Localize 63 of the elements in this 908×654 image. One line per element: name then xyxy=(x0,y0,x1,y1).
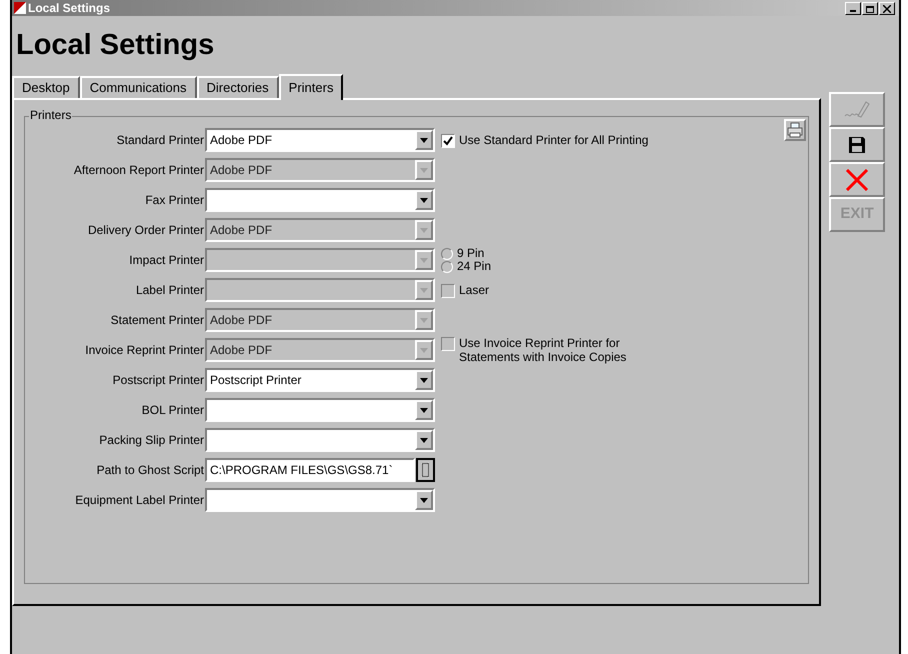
tab[interactable]: Communications xyxy=(80,76,197,98)
caret-icon xyxy=(420,438,428,442)
caret-icon xyxy=(420,198,428,202)
field-label: Path to Ghost Script xyxy=(96,462,205,479)
printer-dropdown[interactable]: Postscript Printer xyxy=(205,368,435,392)
field-label: Packing Slip Printer xyxy=(98,432,205,449)
window-title: Local Settings xyxy=(28,1,112,15)
caret-icon xyxy=(420,168,428,172)
field-label: Afternoon Report Printer xyxy=(72,162,205,179)
dotted-box-icon xyxy=(422,463,429,477)
checkbox-label: Use Standard Printer for All Printing xyxy=(459,132,648,146)
printer-settings-button[interactable] xyxy=(784,119,806,141)
dropdown-arrow-button[interactable] xyxy=(415,370,433,390)
tab[interactable]: Printers xyxy=(278,74,344,100)
close-button[interactable] xyxy=(879,2,895,14)
caret-icon xyxy=(420,348,428,352)
caret-icon xyxy=(420,408,428,412)
caret-icon xyxy=(420,318,428,322)
save-button[interactable] xyxy=(829,127,885,162)
checkbox[interactable] xyxy=(441,134,455,148)
checkbox-label: Use Invoice Reprint Printer for Statements with Invoice Copies xyxy=(459,336,628,364)
path-field[interactable]: C:\PROGRAM FILES\GS\GS8.71` xyxy=(205,458,415,482)
field-label: Fax Printer xyxy=(144,192,205,209)
field-label: Statement Printer xyxy=(110,312,205,329)
cancel-button[interactable] xyxy=(829,162,885,197)
field-label: Impact Printer xyxy=(128,252,205,269)
field-label: Label Printer xyxy=(134,282,205,299)
printer-dropdown[interactable]: Adobe PDF xyxy=(205,128,435,152)
field-label: BOL Printer xyxy=(140,402,205,419)
group-title: Printers xyxy=(29,108,72,122)
caret-icon xyxy=(420,228,428,232)
caret-icon xyxy=(420,498,428,502)
printer-dropdown[interactable] xyxy=(205,488,435,512)
caret-icon xyxy=(420,138,428,142)
printer-dropdown[interactable] xyxy=(205,398,435,422)
printer-icon xyxy=(787,122,804,138)
printer-dropdown[interactable] xyxy=(205,188,435,212)
dropdown-arrow-button[interactable] xyxy=(415,130,433,150)
minimize-button[interactable] xyxy=(845,2,861,14)
maximize-button[interactable] xyxy=(862,2,878,14)
browse-button[interactable] xyxy=(416,458,435,482)
dropdown-arrow-button[interactable] xyxy=(415,400,433,420)
field-label: Invoice Reprint Printer xyxy=(84,342,205,359)
tab[interactable]: Desktop xyxy=(12,76,80,98)
dropdown-arrow-button[interactable] xyxy=(415,430,433,450)
checkbox-label: Laser xyxy=(459,282,490,296)
radio-label: 24 Pin xyxy=(457,260,492,273)
radio-label: 9 Pin xyxy=(457,247,484,260)
caret-icon xyxy=(420,258,428,262)
field-label: Equipment Label Printer xyxy=(74,492,205,509)
caret-icon xyxy=(420,288,428,292)
field-label: Postscript Printer xyxy=(112,372,205,389)
field-label: Standard Printer xyxy=(116,132,205,149)
field-label: Delivery Order Printer xyxy=(86,222,205,239)
app-icon xyxy=(14,2,26,14)
close-icon xyxy=(845,168,870,190)
caret-icon xyxy=(420,378,428,382)
dropdown-arrow-button[interactable] xyxy=(415,190,433,210)
page-heading: Local Settings xyxy=(15,28,216,62)
signature-pen-icon xyxy=(844,100,870,120)
dropdown-arrow-button[interactable] xyxy=(415,490,433,510)
close-icon xyxy=(883,4,891,12)
printer-dropdown[interactable] xyxy=(205,428,435,452)
